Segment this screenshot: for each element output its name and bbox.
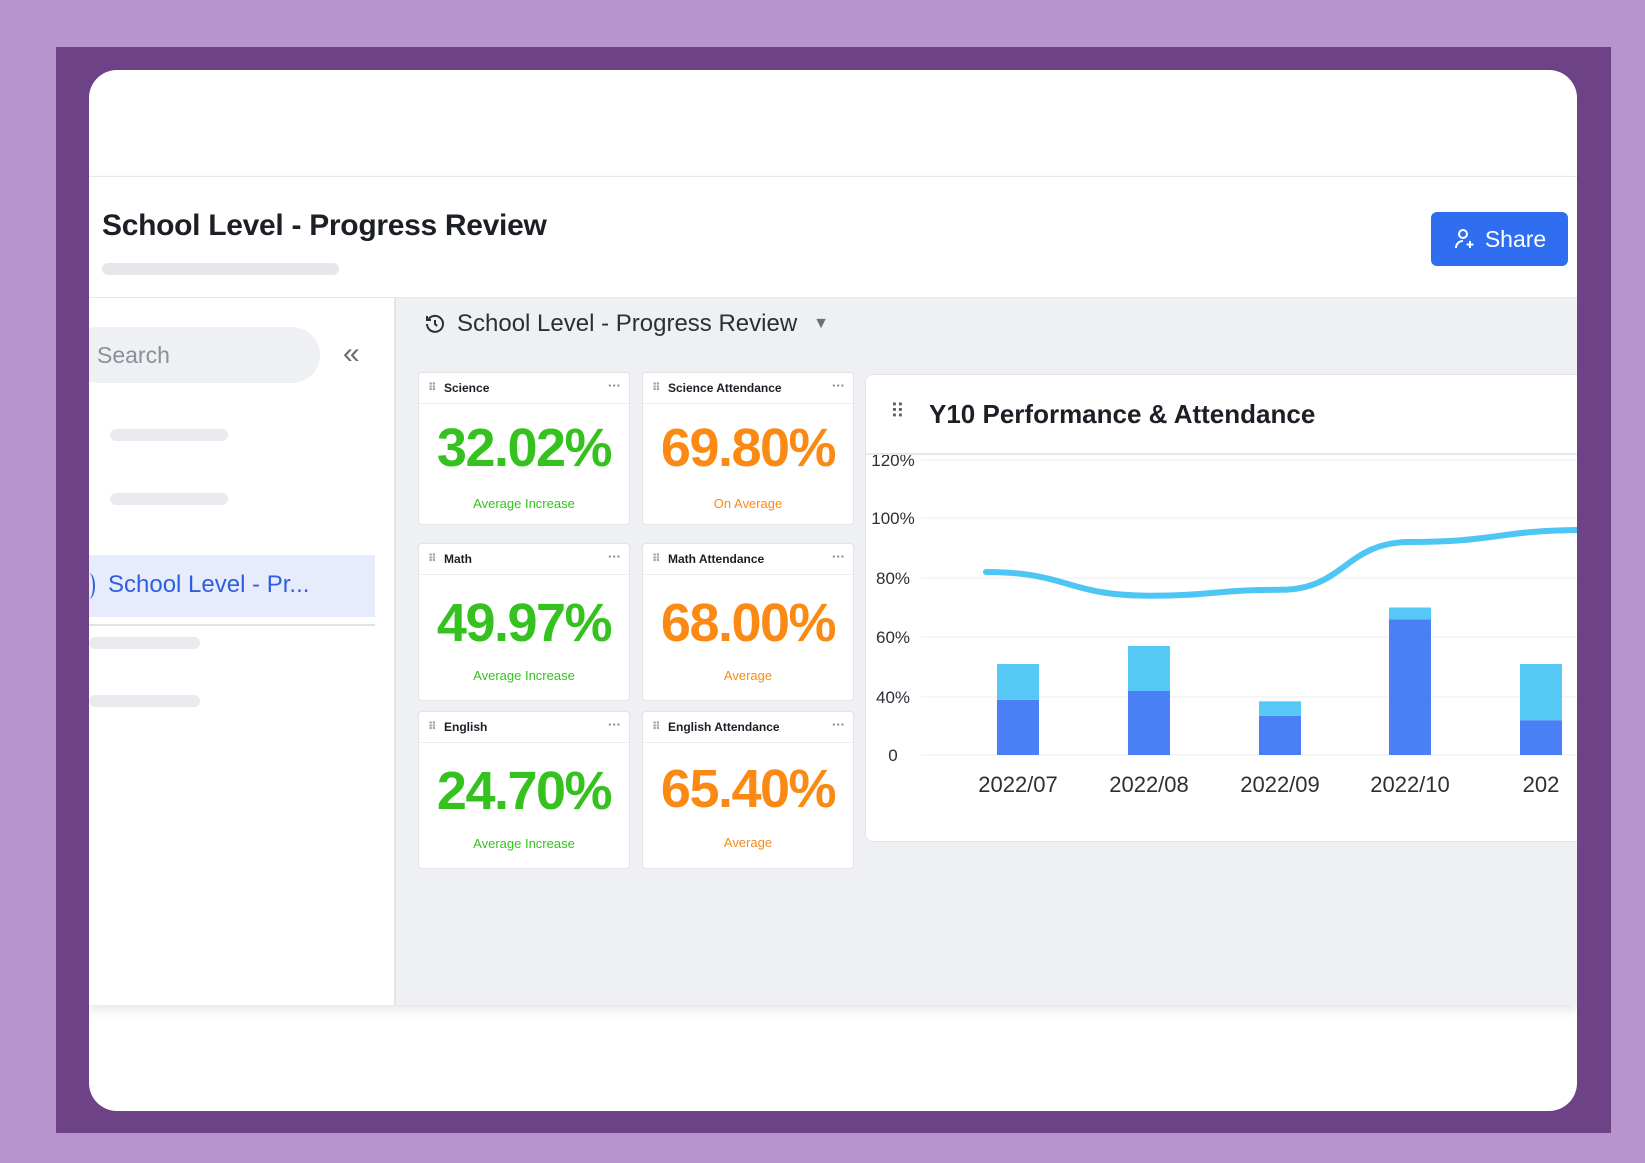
chart-card: ⠿ Y10 Performance & Attendance 0 40% 60% 80… <box>865 374 1577 842</box>
tile-title: English <box>444 720 488 734</box>
y-tick-label: 120% <box>871 455 914 470</box>
bar-upper <box>1520 664 1562 721</box>
tile-header: ⠿ Math Attendance ··· <box>643 544 853 575</box>
sidebar-item-placeholder[interactable] <box>110 429 228 441</box>
dashboard-icon <box>89 573 95 599</box>
kpi-tile-math-attendance[interactable]: ⠿ Math Attendance ··· 68.00% Average <box>642 543 854 701</box>
more-options-icon[interactable]: ··· <box>608 378 621 393</box>
kpi-tile-science-attendance[interactable]: ⠿ Science Attendance ··· 69.80% On Avera… <box>642 372 854 525</box>
tile-caption: Average <box>723 835 773 850</box>
bar-upper <box>1128 646 1170 691</box>
page-title: School Level - Progress Review <box>102 209 547 242</box>
sidebar-divider <box>89 624 375 626</box>
tile-value: 68.00% <box>660 593 837 653</box>
dropdown-caret-icon: ▼ <box>813 315 829 332</box>
tile-header: ⠿ Math ··· <box>419 544 629 575</box>
tile-value: 24.70% <box>436 761 613 821</box>
tile-value: 49.97% <box>436 593 613 653</box>
tile-title: Math Attendance <box>668 552 765 566</box>
tile-header: ⠿ Science Attendance ··· <box>643 373 853 404</box>
more-options-icon[interactable]: ··· <box>832 717 845 732</box>
x-tick-label: 2022/08 <box>1109 772 1189 797</box>
tile-value: 69.80% <box>660 418 837 478</box>
drag-handle-icon[interactable]: ⠿ <box>428 381 437 394</box>
sidebar-item-active[interactable]: School Level - Pr... <box>89 555 375 617</box>
tile-title: Science <box>444 381 490 395</box>
tile-title: Science Attendance <box>668 381 782 395</box>
bar-upper <box>1389 607 1431 620</box>
x-tick-label: 202 <box>1523 772 1560 797</box>
more-options-icon[interactable]: ··· <box>832 549 845 564</box>
more-options-icon[interactable]: ··· <box>832 378 845 393</box>
bar-upper <box>1259 701 1301 716</box>
drag-handle-icon[interactable]: ⠿ <box>652 381 661 394</box>
tile-caption: Average <box>723 668 773 683</box>
line-series <box>983 527 1577 599</box>
more-options-icon[interactable]: ··· <box>608 549 621 564</box>
x-tick-label: 2022/07 <box>978 772 1058 797</box>
share-button[interactable]: Share <box>1431 212 1568 266</box>
tile-title: Math <box>444 552 472 566</box>
kpi-tile-math[interactable]: ⠿ Math ··· 49.97% Average Increase <box>418 543 630 701</box>
drag-handle-icon[interactable]: ⠿ <box>890 399 905 424</box>
kpi-tile-english-attendance[interactable]: ⠿ English Attendance ··· 65.40% Average <box>642 711 854 869</box>
chart-title: Y10 Performance & Attendance <box>929 399 1316 429</box>
add-user-icon <box>1454 229 1474 249</box>
collapse-sidebar-icon[interactable]: « <box>343 336 360 372</box>
tile-caption: Average Increase <box>473 496 575 511</box>
y-tick-label: 0 <box>888 746 897 765</box>
bar-lower <box>1520 720 1562 755</box>
kpi-tile-science[interactable]: ⠿ Science ··· 32.02% Average Increase <box>418 372 630 525</box>
tile-header: ⠿ English ··· <box>419 712 629 743</box>
app-window: School Level - Progress Review Share Sea… <box>89 176 1577 1005</box>
bar-lower <box>1128 691 1170 755</box>
tile-header: ⠿ English Attendance ··· <box>643 712 853 743</box>
y-tick-label: 60% <box>876 628 910 647</box>
x-tick-label: 2022/10 <box>1370 772 1450 797</box>
performance-attendance-chart: 0 40% 60% 80% 100% 120% 2022/07 2022/08 2022/09 2… <box>871 455 1577 797</box>
dashboard-area: School Level - Progress Review ▼ ⠿ Scien… <box>396 297 1577 1005</box>
drag-handle-icon[interactable]: ⠿ <box>428 552 437 565</box>
bar-upper <box>997 664 1039 700</box>
tile-caption: Average Increase <box>473 668 575 683</box>
chart-header: ⠿ Y10 Performance & Attendance <box>866 375 1577 455</box>
tile-value: 65.40% <box>660 759 837 819</box>
sidebar-item-placeholder[interactable] <box>89 695 200 707</box>
kpi-tile-english[interactable]: ⠿ English ··· 24.70% Average Increase <box>418 711 630 869</box>
tile-header: ⠿ Science ··· <box>419 373 629 404</box>
dashboard-selector[interactable]: School Level - Progress Review ▼ <box>423 310 829 338</box>
subtitle-placeholder <box>102 263 339 275</box>
sidebar-item-placeholder[interactable] <box>89 637 200 649</box>
drag-handle-icon[interactable]: ⠿ <box>652 552 661 565</box>
tile-caption: On Average <box>713 496 783 511</box>
x-tick-label: 2022/09 <box>1240 772 1320 797</box>
bar-lower <box>997 699 1039 755</box>
sidebar: Search « School Level - Pr... <box>89 297 396 1005</box>
bar-lower <box>1259 715 1301 755</box>
search-input[interactable]: Search <box>89 327 320 383</box>
share-button-label: Share <box>1484 225 1547 252</box>
y-tick-label: 100% <box>871 509 914 528</box>
drag-handle-icon[interactable]: ⠿ <box>428 720 437 733</box>
sidebar-item-placeholder[interactable] <box>110 493 228 505</box>
y-tick-label: 40% <box>876 688 910 707</box>
bar-lower <box>1389 619 1431 755</box>
y-tick-label: 80% <box>876 569 910 588</box>
tile-title: English Attendance <box>668 720 780 734</box>
history-icon <box>426 314 444 333</box>
page-header: School Level - Progress Review Share <box>89 177 1577 297</box>
screenshot-card: School Level - Progress Review Share Sea… <box>89 70 1577 1111</box>
tile-value: 32.02% <box>436 418 613 478</box>
more-options-icon[interactable]: ··· <box>608 717 621 732</box>
sidebar-item-label: School Level - Pr... <box>108 571 310 598</box>
dashboard-name: School Level - Progress Review <box>457 310 798 337</box>
drag-handle-icon[interactable]: ⠿ <box>652 720 661 733</box>
tile-caption: Average Increase <box>473 836 575 851</box>
